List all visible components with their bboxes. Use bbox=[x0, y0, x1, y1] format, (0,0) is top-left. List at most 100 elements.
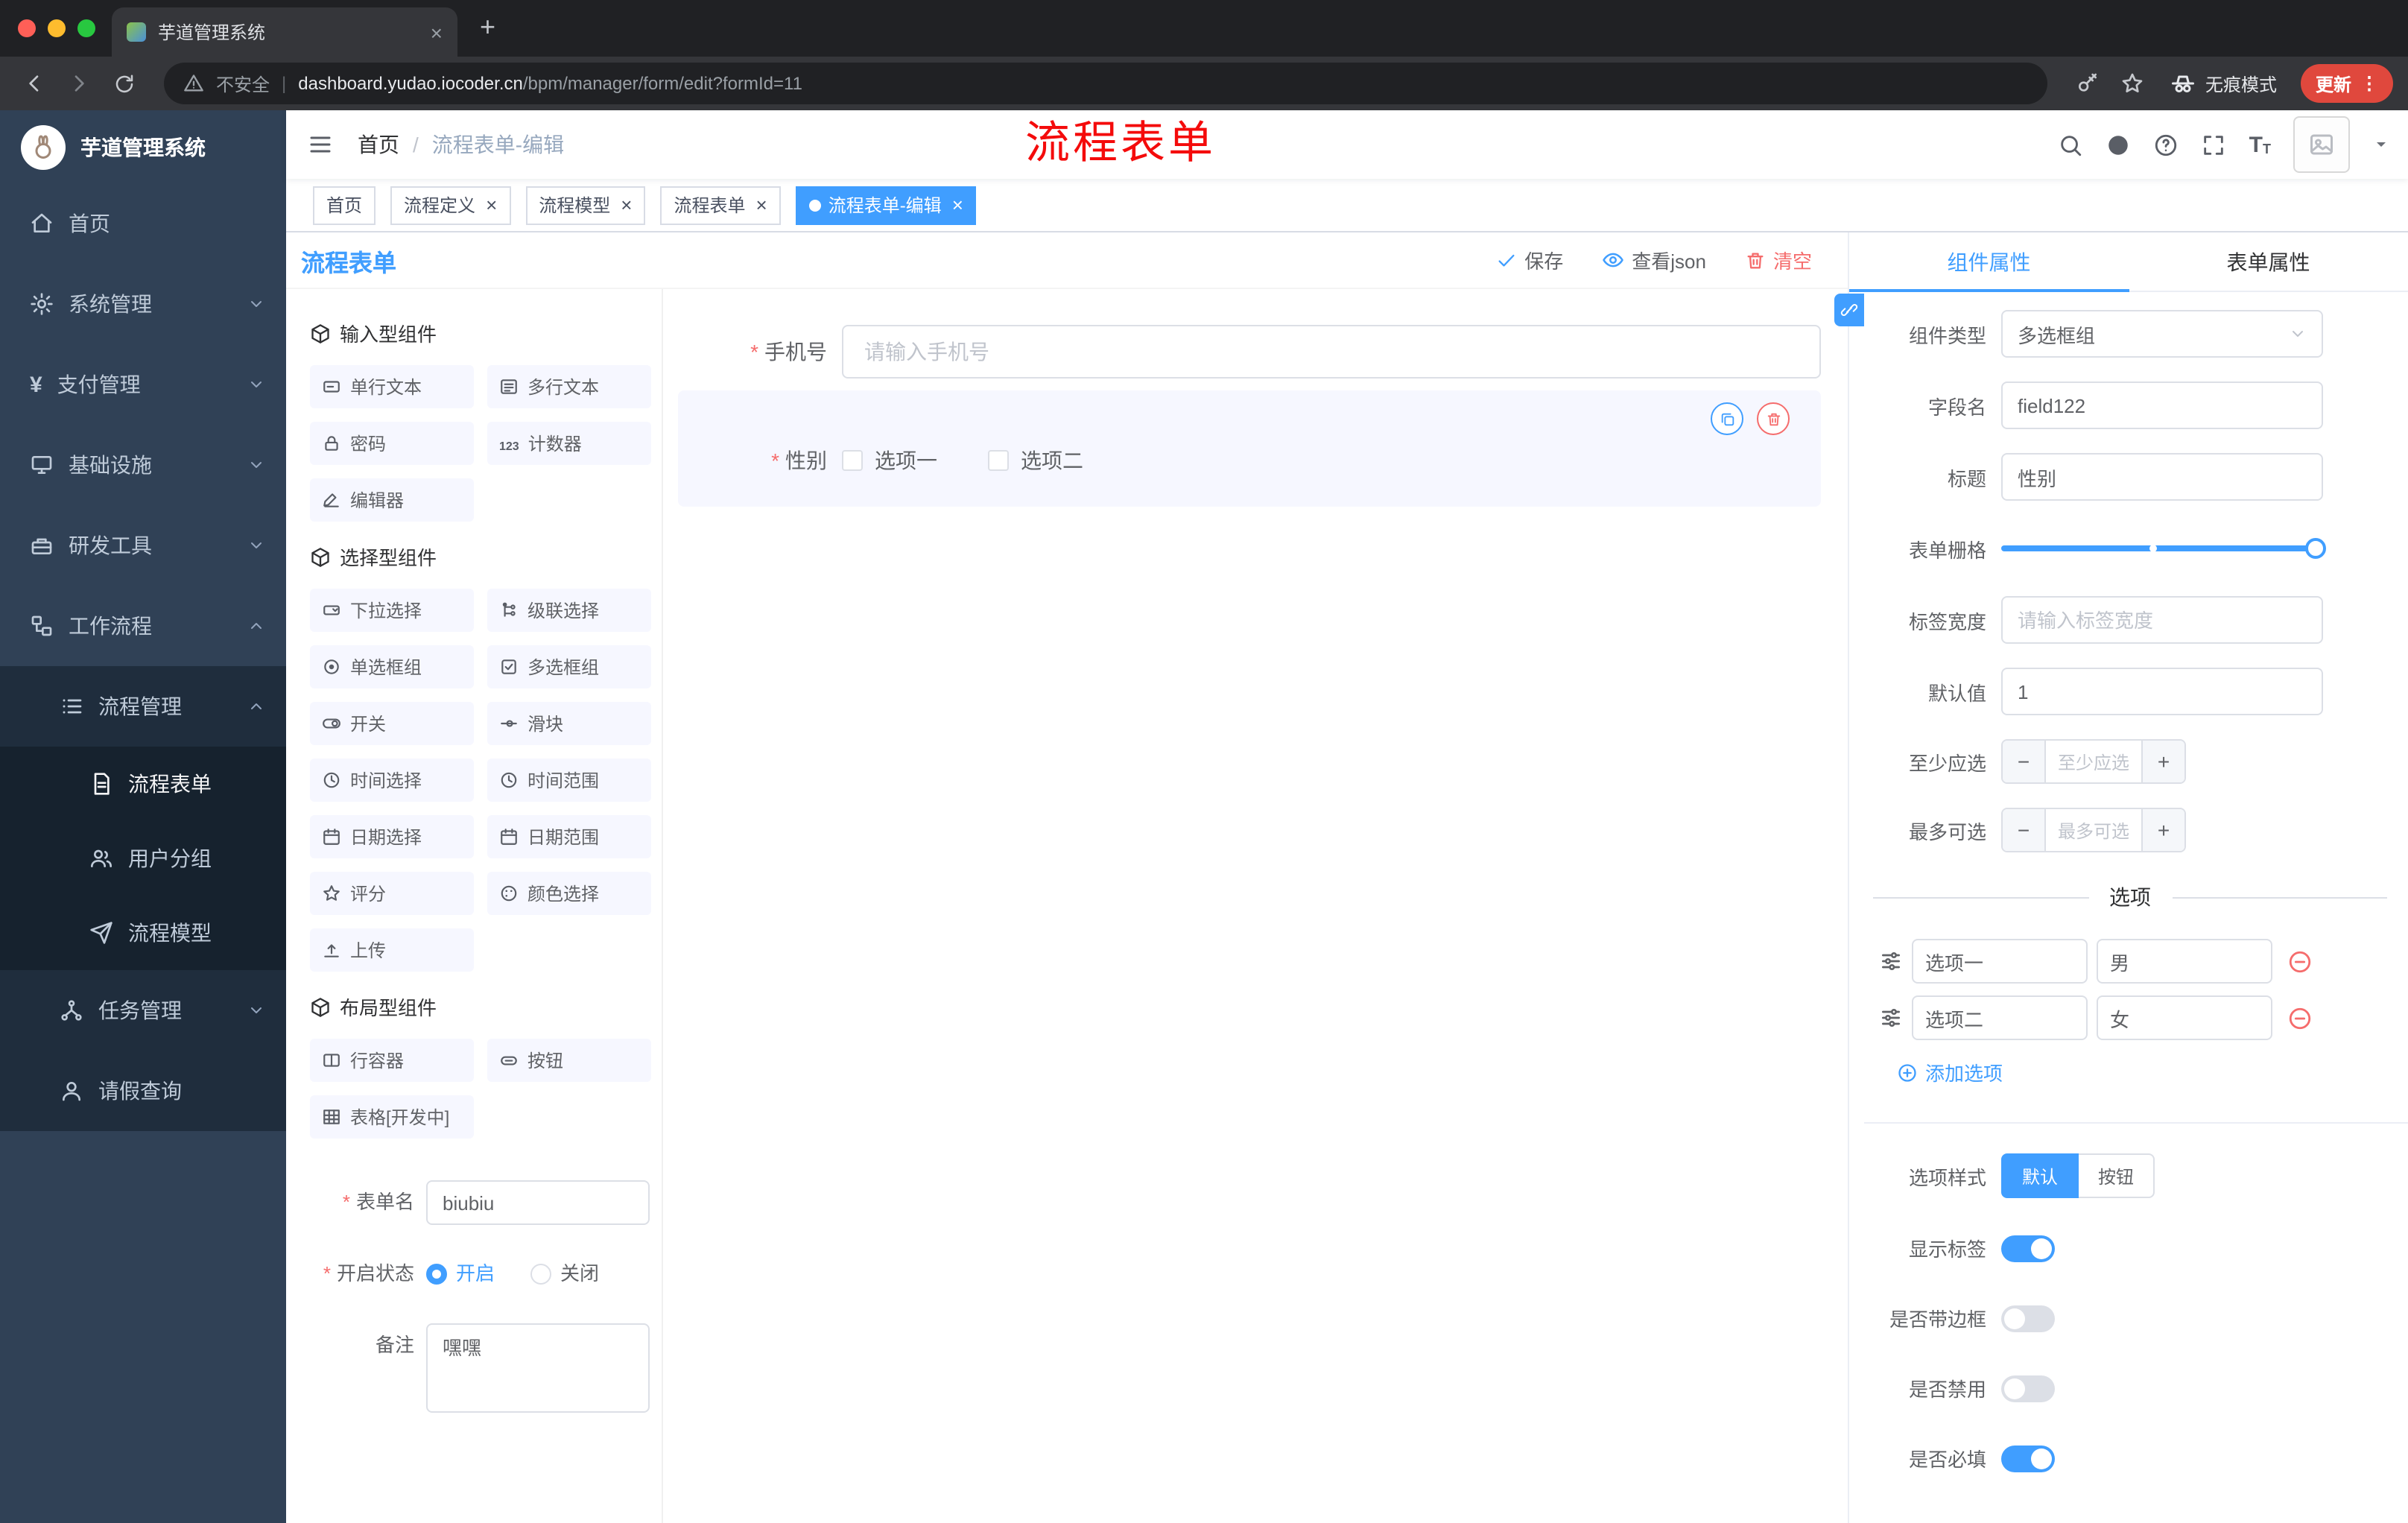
option-1-label-input[interactable] bbox=[1912, 939, 2088, 984]
tag-process-form[interactable]: 流程表单 bbox=[660, 186, 781, 224]
tab-close-icon[interactable] bbox=[431, 22, 443, 42]
tag-process-model[interactable]: 流程模型 bbox=[525, 186, 646, 224]
close-icon[interactable] bbox=[621, 195, 632, 215]
slider-track[interactable] bbox=[2001, 545, 2323, 551]
component-slider[interactable]: 滑块 bbox=[487, 702, 651, 745]
form-remark-input[interactable]: 嘿嘿 bbox=[426, 1323, 650, 1413]
bookmark-star-icon[interactable] bbox=[2113, 64, 2152, 103]
option-2-value-input[interactable] bbox=[2097, 995, 2272, 1040]
delete-field-button[interactable] bbox=[1757, 402, 1790, 435]
browser-tab[interactable]: 芋道管理系统 bbox=[112, 7, 457, 57]
component-cascader[interactable]: 级联选择 bbox=[487, 589, 651, 632]
decrease-button[interactable] bbox=[2003, 809, 2044, 851]
component-switch[interactable]: 开关 bbox=[310, 702, 474, 745]
hamburger-toggle[interactable] bbox=[307, 131, 334, 158]
component-upload[interactable]: 上传 bbox=[310, 928, 474, 972]
phone-input[interactable] bbox=[842, 325, 1821, 379]
component-date-picker[interactable]: 日期选择 bbox=[310, 815, 474, 858]
browser-menu-icon[interactable] bbox=[2360, 73, 2378, 94]
checkbox-option-1[interactable]: 选项一 bbox=[842, 446, 937, 475]
component-date-range[interactable]: 日期范围 bbox=[487, 815, 651, 858]
component-password[interactable]: 密码 bbox=[310, 422, 474, 465]
remove-option-button[interactable] bbox=[2287, 1005, 2313, 1030]
back-button[interactable] bbox=[15, 64, 54, 103]
avatar-caret-icon[interactable] bbox=[2372, 136, 2390, 153]
radio-status-on[interactable]: 开启 bbox=[426, 1252, 495, 1296]
radio-status-off[interactable]: 关闭 bbox=[530, 1252, 599, 1296]
window-minimize-button[interactable] bbox=[48, 19, 66, 37]
style-button-button[interactable]: 按钮 bbox=[2079, 1153, 2155, 1198]
forward-button[interactable] bbox=[60, 64, 98, 103]
style-default-button[interactable]: 默认 bbox=[2001, 1153, 2079, 1198]
sidebar-item-system-management[interactable]: 系统管理 bbox=[0, 264, 286, 344]
default-value-input[interactable] bbox=[2001, 668, 2323, 715]
sidebar-item-process-model[interactable]: 流程模型 bbox=[0, 896, 286, 970]
sidebar-item-workflow[interactable]: 工作流程 bbox=[0, 586, 286, 666]
toggle-required[interactable] bbox=[2001, 1445, 2055, 1472]
drag-handle-icon[interactable] bbox=[1879, 949, 1903, 973]
decrease-button[interactable] bbox=[2003, 741, 2044, 782]
duplicate-field-button[interactable] bbox=[1711, 402, 1743, 435]
window-zoom-button[interactable] bbox=[77, 19, 95, 37]
component-row-container[interactable]: 行容器 bbox=[310, 1039, 474, 1082]
search-icon[interactable] bbox=[2059, 132, 2084, 157]
component-table[interactable]: 表格[开发中] bbox=[310, 1095, 474, 1139]
component-time-range[interactable]: 时间范围 bbox=[487, 759, 651, 802]
component-color-picker[interactable]: 颜色选择 bbox=[487, 872, 651, 915]
max-stepper-value[interactable]: 最多可选 bbox=[2044, 809, 2143, 851]
sidebar-item-process-form[interactable]: 流程表单 bbox=[0, 747, 286, 821]
add-option-button[interactable]: 添加选项 bbox=[1897, 1058, 2408, 1086]
update-button[interactable]: 更新 bbox=[2300, 64, 2393, 103]
close-icon[interactable] bbox=[952, 195, 963, 215]
component-editor[interactable]: 编辑器 bbox=[310, 478, 474, 522]
breadcrumb-home[interactable]: 首页 bbox=[358, 130, 399, 159]
clear-button[interactable]: 清空 bbox=[1745, 246, 1812, 274]
view-json-button[interactable]: 查看json bbox=[1602, 246, 1706, 274]
remove-option-button[interactable] bbox=[2287, 949, 2313, 974]
option-1-value-input[interactable] bbox=[2097, 939, 2272, 984]
component-type-select[interactable]: 多选框组 bbox=[2001, 310, 2323, 358]
toggle-show-label[interactable] bbox=[2001, 1235, 2055, 1261]
component-button[interactable]: 按钮 bbox=[487, 1039, 651, 1082]
sidebar-item-process-management[interactable]: 流程管理 bbox=[0, 666, 286, 747]
component-radio-group[interactable]: 单选框组 bbox=[310, 645, 474, 688]
sidebar-item-user-group[interactable]: 用户分组 bbox=[0, 821, 286, 896]
component-counter[interactable]: 计数器 bbox=[487, 422, 651, 465]
toggle-disabled[interactable] bbox=[2001, 1375, 2055, 1402]
increase-button[interactable] bbox=[2143, 809, 2184, 851]
sidebar-item-payment[interactable]: 支付管理 bbox=[0, 344, 286, 425]
close-icon[interactable] bbox=[756, 195, 767, 215]
sidebar-item-task-management[interactable]: 任务管理 bbox=[0, 970, 286, 1051]
component-rate[interactable]: 评分 bbox=[310, 872, 474, 915]
tag-process-form-edit[interactable]: 流程表单-编辑 bbox=[795, 186, 977, 224]
checkbox-box-icon[interactable] bbox=[842, 450, 863, 471]
checkbox-box-icon[interactable] bbox=[988, 450, 1009, 471]
password-key-icon[interactable] bbox=[2068, 64, 2107, 103]
tab-component-props[interactable]: 组件属性 bbox=[1849, 232, 2129, 291]
reload-button[interactable] bbox=[104, 64, 143, 103]
component-checkbox-group[interactable]: 多选框组 bbox=[487, 645, 651, 688]
label-width-input[interactable] bbox=[2001, 596, 2323, 644]
tag-home[interactable]: 首页 bbox=[313, 186, 376, 224]
address-bar[interactable]: 不安全 | dashboard.yudao.iocoder.cn/bpm/man… bbox=[164, 63, 2047, 104]
help-icon[interactable] bbox=[2154, 132, 2179, 157]
new-tab-button[interactable] bbox=[480, 10, 495, 43]
fullscreen-icon[interactable] bbox=[2202, 132, 2227, 157]
checkbox-option-2[interactable]: 选项二 bbox=[988, 446, 1083, 475]
tag-process-definition[interactable]: 流程定义 bbox=[390, 186, 511, 224]
sidebar-item-dev-tools[interactable]: 研发工具 bbox=[0, 505, 286, 586]
slider-handle[interactable] bbox=[2305, 538, 2326, 559]
grid-slider[interactable] bbox=[2001, 525, 2326, 572]
component-single-text[interactable]: 单行文本 bbox=[310, 365, 474, 408]
field-name-input[interactable] bbox=[2001, 381, 2323, 429]
component-time-picker[interactable]: 时间选择 bbox=[310, 759, 474, 802]
sidebar-item-leave-query[interactable]: 请假查询 bbox=[0, 1051, 286, 1131]
selected-field-gender[interactable]: 性别 选项一 选项二 bbox=[678, 390, 1821, 507]
window-close-button[interactable] bbox=[18, 19, 36, 37]
font-size-icon[interactable]: TT bbox=[2249, 133, 2271, 156]
github-icon[interactable] bbox=[2106, 132, 2132, 157]
form-name-input[interactable] bbox=[426, 1180, 650, 1225]
toggle-border[interactable] bbox=[2001, 1305, 2055, 1332]
option-2-label-input[interactable] bbox=[1912, 995, 2088, 1040]
sidebar-item-infrastructure[interactable]: 基础设施 bbox=[0, 425, 286, 505]
